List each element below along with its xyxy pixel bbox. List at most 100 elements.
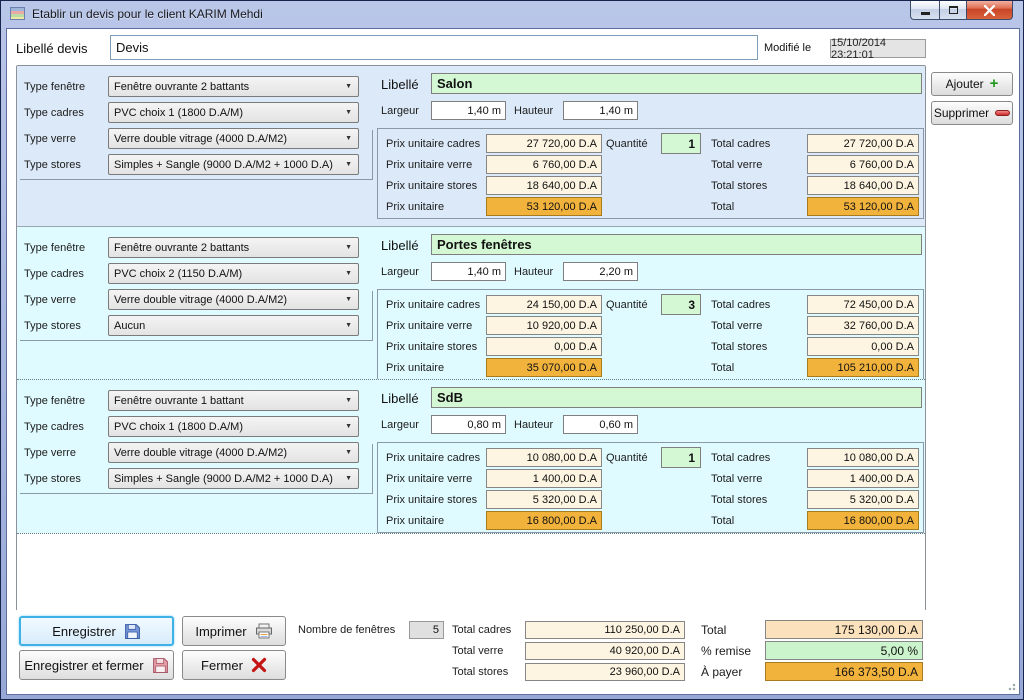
total-cadres-label: Total cadres — [711, 138, 770, 150]
supprimer-button-label: Supprimer — [934, 106, 989, 120]
type-fenetre-select[interactable]: Fenêtre ouvrante 2 battants ▼ — [108, 76, 359, 97]
prix-unitaire-stores-value: 18 640,00 D.A — [486, 176, 602, 195]
supprimer-button[interactable]: Supprimer — [931, 101, 1013, 125]
remise-label: % remise — [701, 644, 751, 658]
largeur-field[interactable]: 1,40 m — [431, 262, 506, 281]
largeur-field[interactable]: 1,40 m — [431, 101, 506, 120]
largeur-field[interactable]: 0,80 m — [431, 415, 506, 434]
ajouter-button-label: Ajouter — [946, 77, 984, 91]
type-fenetre-value: Fenêtre ouvrante 2 battants — [109, 242, 341, 254]
save-close-icon — [152, 657, 169, 674]
largeur-label: Largeur — [381, 105, 419, 117]
footer-total-stores-label: Total stores — [452, 666, 508, 678]
prix-unitaire-stores-value: 5 320,00 D.A — [486, 490, 602, 509]
total-label: Total — [711, 362, 734, 374]
fermer-button[interactable]: Fermer — [182, 650, 286, 680]
prix-unitaire-verre-value: 1 400,00 D.A — [486, 469, 602, 488]
nombre-de-fenetres-label: Nombre de fenêtres — [298, 624, 395, 636]
a-payer-label: À payer — [701, 665, 742, 679]
type-fenetre-select[interactable]: Fenêtre ouvrante 2 battants ▼ — [108, 237, 359, 258]
windows-list: Type fenêtre Fenêtre ouvrante 2 battants… — [16, 65, 926, 612]
total-verre-label: Total verre — [711, 320, 762, 332]
remise-field[interactable]: 5,00 % — [765, 641, 923, 660]
group-divider — [20, 291, 373, 341]
libelle-field[interactable]: Portes fenêtres — [431, 234, 922, 255]
client-area: Libellé devis Modifié le 15/10/2014 23:2… — [6, 28, 1020, 695]
quantite-field[interactable]: 3 — [661, 294, 701, 315]
hauteur-label: Hauteur — [514, 105, 553, 117]
close-button[interactable] — [967, 1, 1013, 20]
total-label: Total — [711, 201, 734, 213]
save-icon — [124, 623, 141, 640]
price-panel: Prix unitaire cadres 24 150,00 D.A Prix … — [377, 289, 924, 380]
prix-unitaire-label: Prix unitaire — [386, 515, 444, 527]
type-cadres-select[interactable]: PVC choix 1 (1800 D.A/M) ▼ — [108, 416, 359, 437]
type-cadres-value: PVC choix 1 (1800 D.A/M) — [109, 421, 341, 433]
price-panel: Prix unitaire cadres 27 720,00 D.A Prix … — [377, 128, 924, 219]
footer-total-value: 175 130,00 D.A — [765, 620, 923, 639]
total-cadres-label: Total cadres — [711, 452, 770, 464]
prix-unitaire-cadres-label: Prix unitaire cadres — [386, 452, 480, 464]
group-divider — [20, 130, 373, 180]
total-verre-label: Total verre — [711, 159, 762, 171]
largeur-label: Largeur — [381, 419, 419, 431]
resize-grip[interactable] — [1006, 681, 1016, 691]
footer-total-verre-value: 40 920,00 D.A — [525, 642, 685, 660]
hauteur-field[interactable]: 2,20 m — [563, 262, 638, 281]
prix-unitaire-verre-value: 10 920,00 D.A — [486, 316, 602, 335]
chevron-down-icon: ▼ — [341, 83, 358, 90]
window-item-section: Type fenêtre Fenêtre ouvrante 2 battants… — [17, 66, 925, 226]
plus-icon: + — [990, 79, 999, 89]
type-fenetre-label: Type fenêtre — [24, 395, 85, 407]
empty-area — [17, 533, 925, 611]
total-verre-value: 32 760,00 D.A — [807, 316, 919, 335]
hauteur-field[interactable]: 1,40 m — [563, 101, 638, 120]
largeur-label: Largeur — [381, 266, 419, 278]
prix-unitaire-cadres-label: Prix unitaire cadres — [386, 138, 480, 150]
window-item-section: Type fenêtre Fenêtre ouvrante 1 battant … — [17, 379, 925, 533]
prix-unitaire-value: 16 800,00 D.A — [486, 511, 602, 530]
total-stores-label: Total stores — [711, 180, 767, 192]
type-cadres-select[interactable]: PVC choix 1 (1800 D.A/M) ▼ — [108, 102, 359, 123]
enregistrer-et-fermer-button-label: Enregistrer et fermer — [24, 658, 143, 673]
chevron-down-icon: ▼ — [341, 244, 358, 251]
app-window: Etablir un devis pour le client KARIM Me… — [0, 0, 1024, 700]
quantite-label: Quantité — [606, 299, 648, 311]
quantite-field[interactable]: 1 — [661, 133, 701, 154]
total-verre-label: Total verre — [711, 473, 762, 485]
libelle-field[interactable]: SdB — [431, 387, 922, 408]
enregistrer-et-fermer-button[interactable]: Enregistrer et fermer — [19, 650, 174, 680]
footer-total-verre-label: Total verre — [452, 645, 503, 657]
red-x-icon — [251, 657, 267, 673]
maximize-button[interactable] — [939, 1, 967, 20]
prix-unitaire-value: 35 070,00 D.A — [486, 358, 602, 377]
total-value: 105 210,00 D.A — [807, 358, 919, 377]
type-cadres-select[interactable]: PVC choix 2 (1150 D.A/M) ▼ — [108, 263, 359, 284]
window-item-section: Type fenêtre Fenêtre ouvrante 2 battants… — [17, 226, 925, 379]
hauteur-field[interactable]: 0,60 m — [563, 415, 638, 434]
libelle-devis-input[interactable] — [110, 35, 758, 60]
enregistrer-button[interactable]: Enregistrer — [19, 616, 174, 646]
printer-icon — [255, 623, 273, 639]
libelle-field[interactable]: Salon — [431, 73, 922, 94]
prix-unitaire-verre-label: Prix unitaire verre — [386, 320, 472, 332]
footer-total-label: Total — [701, 623, 726, 637]
enregistrer-button-label: Enregistrer — [52, 624, 116, 639]
imprimer-button[interactable]: Imprimer — [182, 616, 286, 646]
total-stores-value: 0,00 D.A — [807, 337, 919, 356]
quantite-field[interactable]: 1 — [661, 447, 701, 468]
type-cadres-label: Type cadres — [24, 421, 84, 433]
footer-total-stores-value: 23 960,00 D.A — [525, 663, 685, 681]
prix-unitaire-cadres-value: 24 150,00 D.A — [486, 295, 602, 314]
window-titlebar: Etablir un devis pour le client KARIM Me… — [1, 1, 1023, 28]
minimize-button[interactable] — [910, 1, 939, 20]
type-cadres-label: Type cadres — [24, 268, 84, 280]
total-stores-value: 5 320,00 D.A — [807, 490, 919, 509]
ajouter-button[interactable]: Ajouter + — [931, 72, 1013, 96]
a-payer-value: 166 373,50 D.A — [765, 662, 923, 681]
imprimer-button-label: Imprimer — [195, 624, 246, 639]
total-verre-value: 1 400,00 D.A — [807, 469, 919, 488]
total-stores-label: Total stores — [711, 341, 767, 353]
type-fenetre-select[interactable]: Fenêtre ouvrante 1 battant ▼ — [108, 390, 359, 411]
footer-total-cadres-value: 110 250,00 D.A — [525, 621, 685, 639]
